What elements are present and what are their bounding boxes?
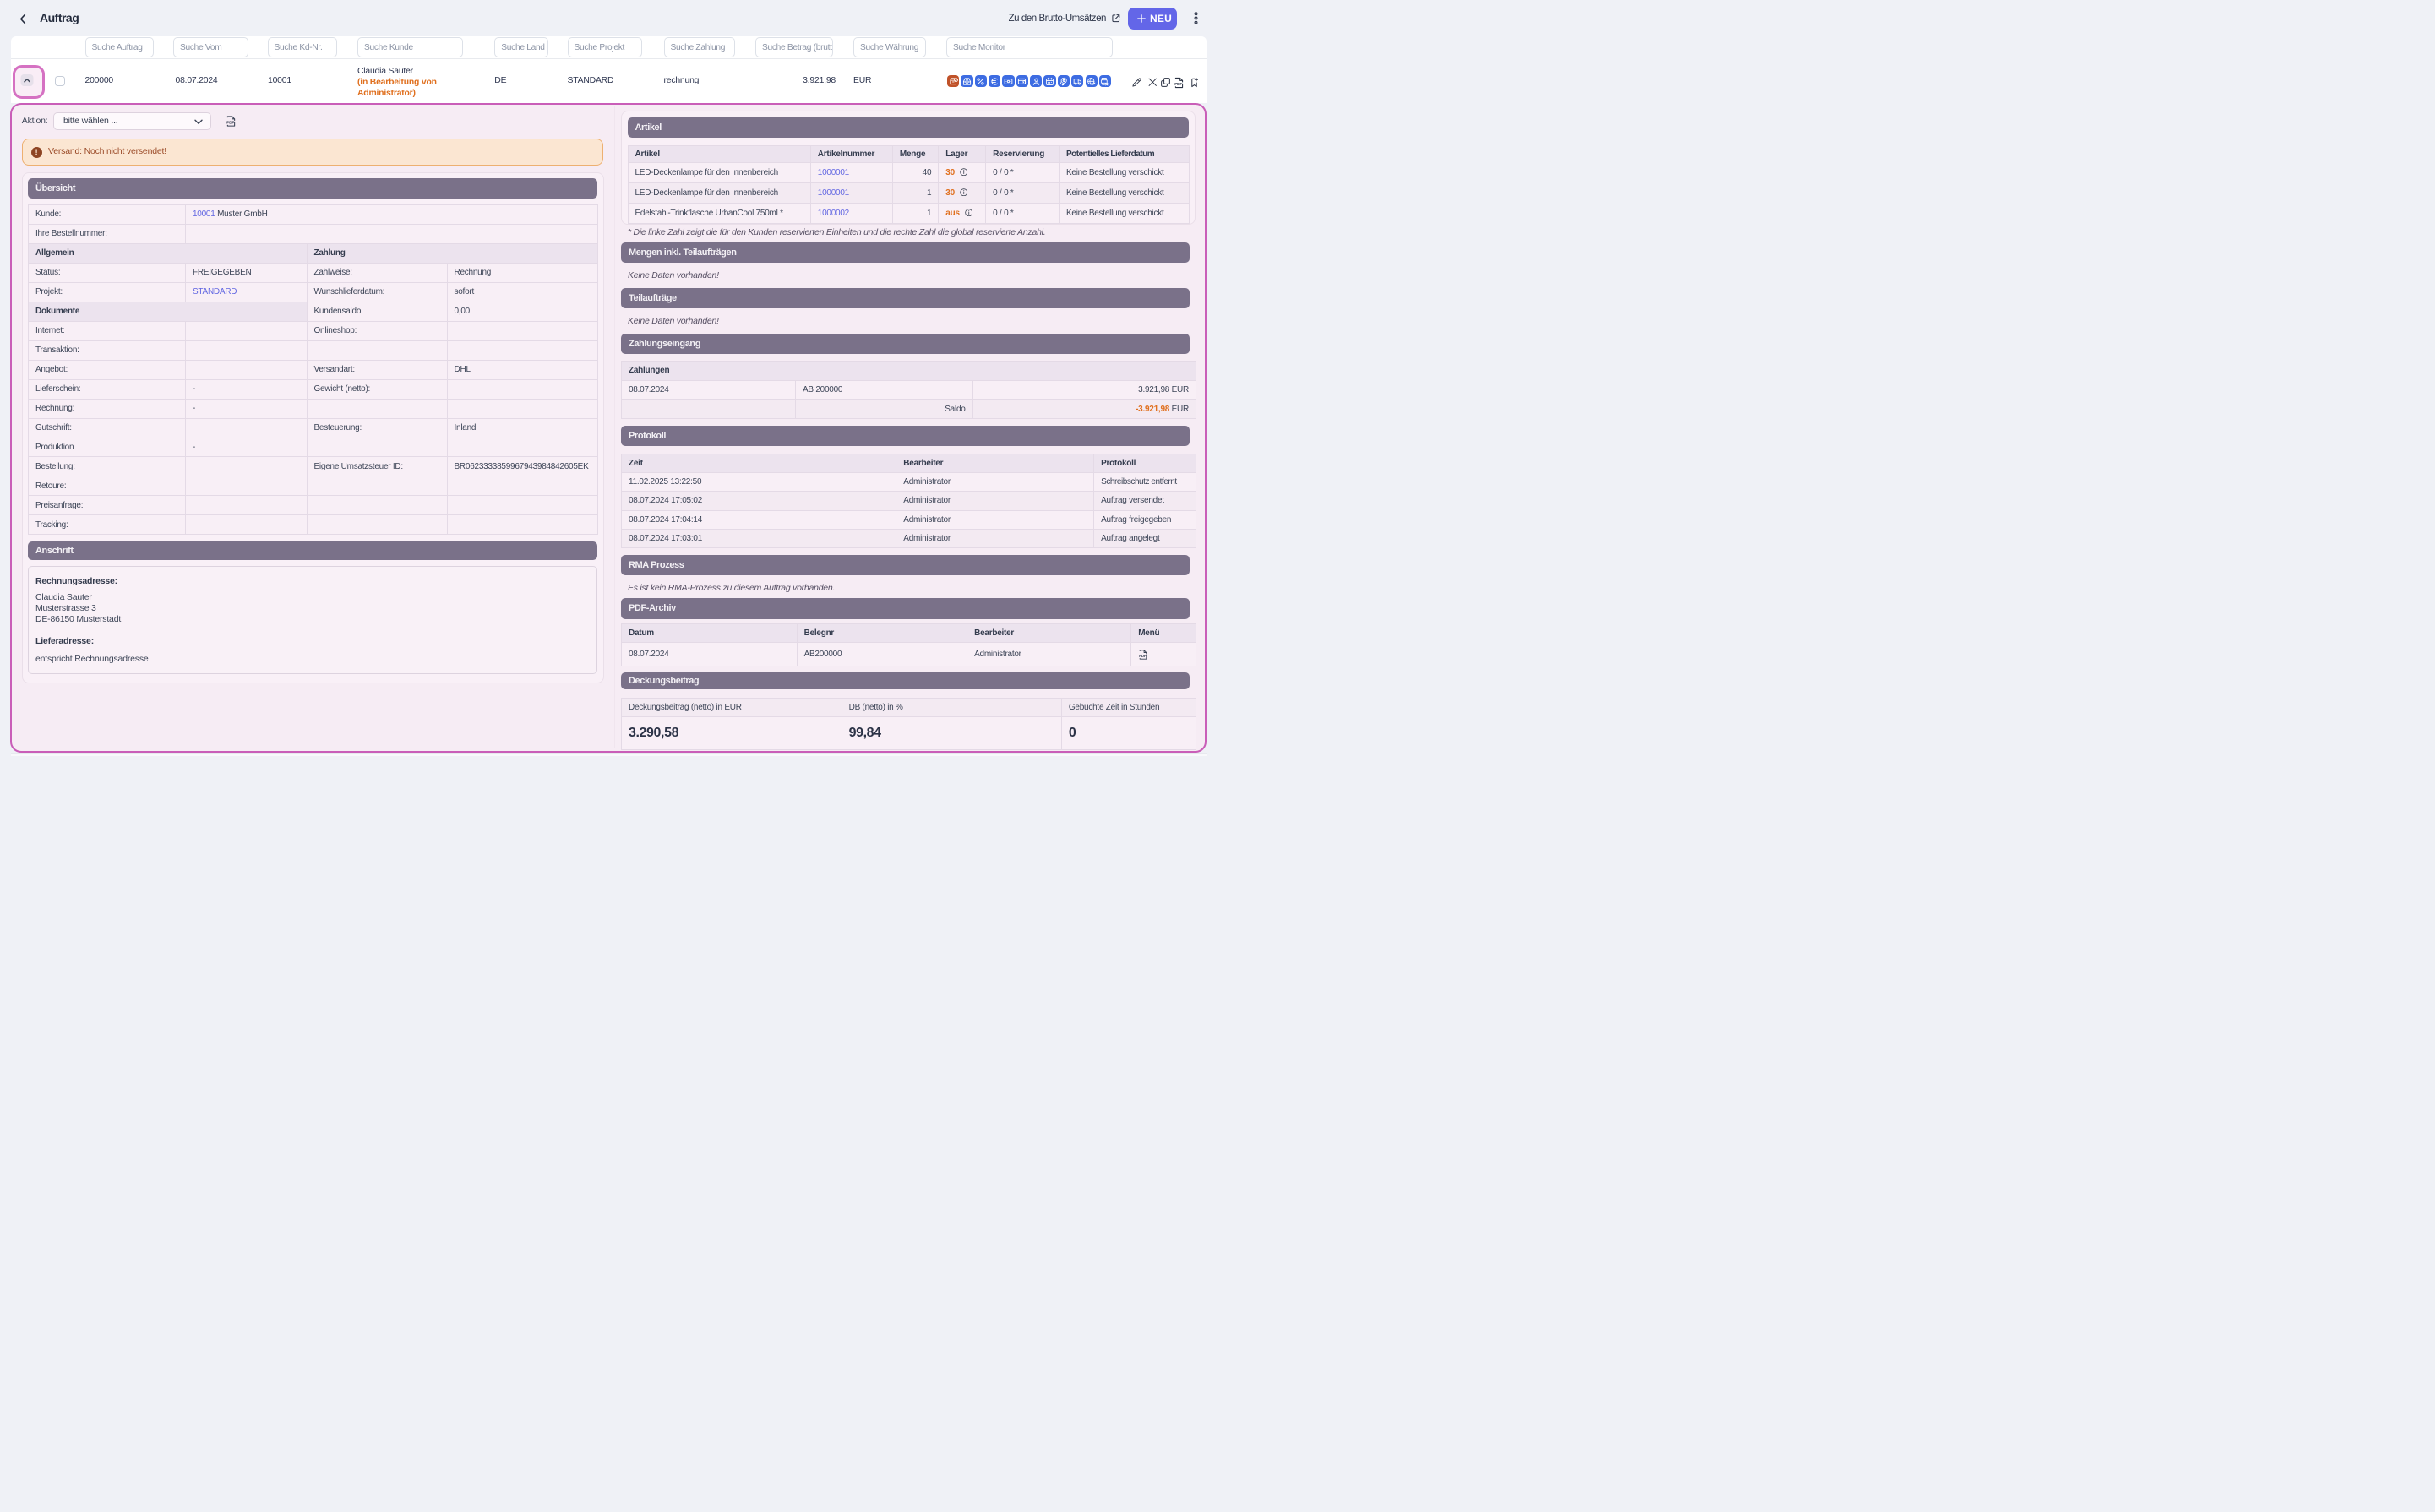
svg-text:PDF: PDF xyxy=(226,121,234,126)
svg-text:PDF: PDF xyxy=(1174,83,1182,88)
svg-text:PDF: PDF xyxy=(1139,654,1147,658)
